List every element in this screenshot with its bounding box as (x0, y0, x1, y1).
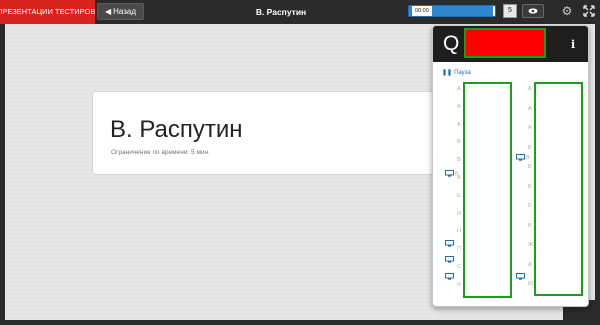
monitor-icon (445, 256, 454, 263)
right-marker: В (528, 164, 532, 170)
slide-title: В. Распутин (110, 116, 243, 143)
left-marker: Ч (457, 281, 461, 288)
timer-text: 00:00 (412, 6, 432, 16)
right-marker: А (528, 86, 532, 92)
right-marker: Б (528, 183, 532, 190)
left-partial-label: В (455, 171, 459, 177)
right-marker: А (528, 105, 532, 112)
back-button-label: Назад (113, 7, 137, 16)
top-toolbar: ПРЕЗЕНТАЦИИ ТЕСТИРОВАНИЯ ◀Назад В. Распу… (0, 0, 600, 24)
left-marker: Е (457, 192, 461, 199)
left-marker: П (457, 246, 461, 253)
time-limit-text: Ограничение по времени: 5 мин. (111, 149, 210, 156)
redacted-area (464, 28, 546, 58)
fullscreen-icon[interactable] (582, 3, 596, 19)
presentation-tab[interactable]: ПРЕЗЕНТАЦИИ ТЕСТИРОВАНИЯ (0, 0, 95, 24)
monitor-icon (445, 273, 454, 280)
right-marker: А (528, 125, 532, 131)
left-marker: И (457, 210, 461, 217)
left-marker: С (457, 264, 461, 270)
monitor-icon (516, 154, 525, 161)
left-marker: А (457, 86, 461, 92)
left-marker: В (457, 157, 461, 164)
info-icon[interactable]: i (571, 38, 575, 51)
right-partial-label: В (526, 155, 530, 161)
page-title: В. Распутин (255, 7, 307, 17)
right-marker: А (528, 261, 532, 268)
left-marker: А (457, 121, 461, 128)
monitor-icon (445, 170, 454, 177)
redacted-list-right (534, 82, 583, 296)
search-q-icon: Q (443, 32, 460, 55)
page-counter: 5 (503, 4, 517, 18)
view-toggle-button[interactable] (522, 4, 544, 18)
timer-progress-bar: 00:00 (408, 5, 496, 17)
back-button[interactable]: ◀ Назад (97, 3, 144, 20)
right-marker: В (528, 222, 532, 229)
left-marker: В (457, 139, 461, 146)
gear-icon[interactable]: ⚙ (559, 3, 575, 19)
monitor-icon (516, 273, 525, 280)
right-marker: Ю (528, 281, 534, 287)
pause-button[interactable]: ❚❚ Пауза (442, 69, 471, 76)
left-marker: Н (457, 228, 461, 235)
right-marker: Ж (528, 242, 534, 248)
redacted-list-left (463, 82, 512, 298)
outline-panel: Q i ❚❚ Пауза АААВВВЕИНПСЧ АААВВББВЖАЮ В В (432, 25, 589, 307)
monitor-icon (445, 240, 454, 247)
eye-icon (528, 8, 538, 14)
left-marker: А (457, 103, 461, 110)
right-marker: Б (528, 203, 532, 209)
right-marker: В (528, 144, 532, 151)
pause-icon: ❚❚ (442, 70, 453, 76)
pause-label: Пауза (454, 70, 471, 76)
panel-header: Q i (433, 26, 588, 62)
chevron-left-icon: ◀ (104, 7, 112, 16)
